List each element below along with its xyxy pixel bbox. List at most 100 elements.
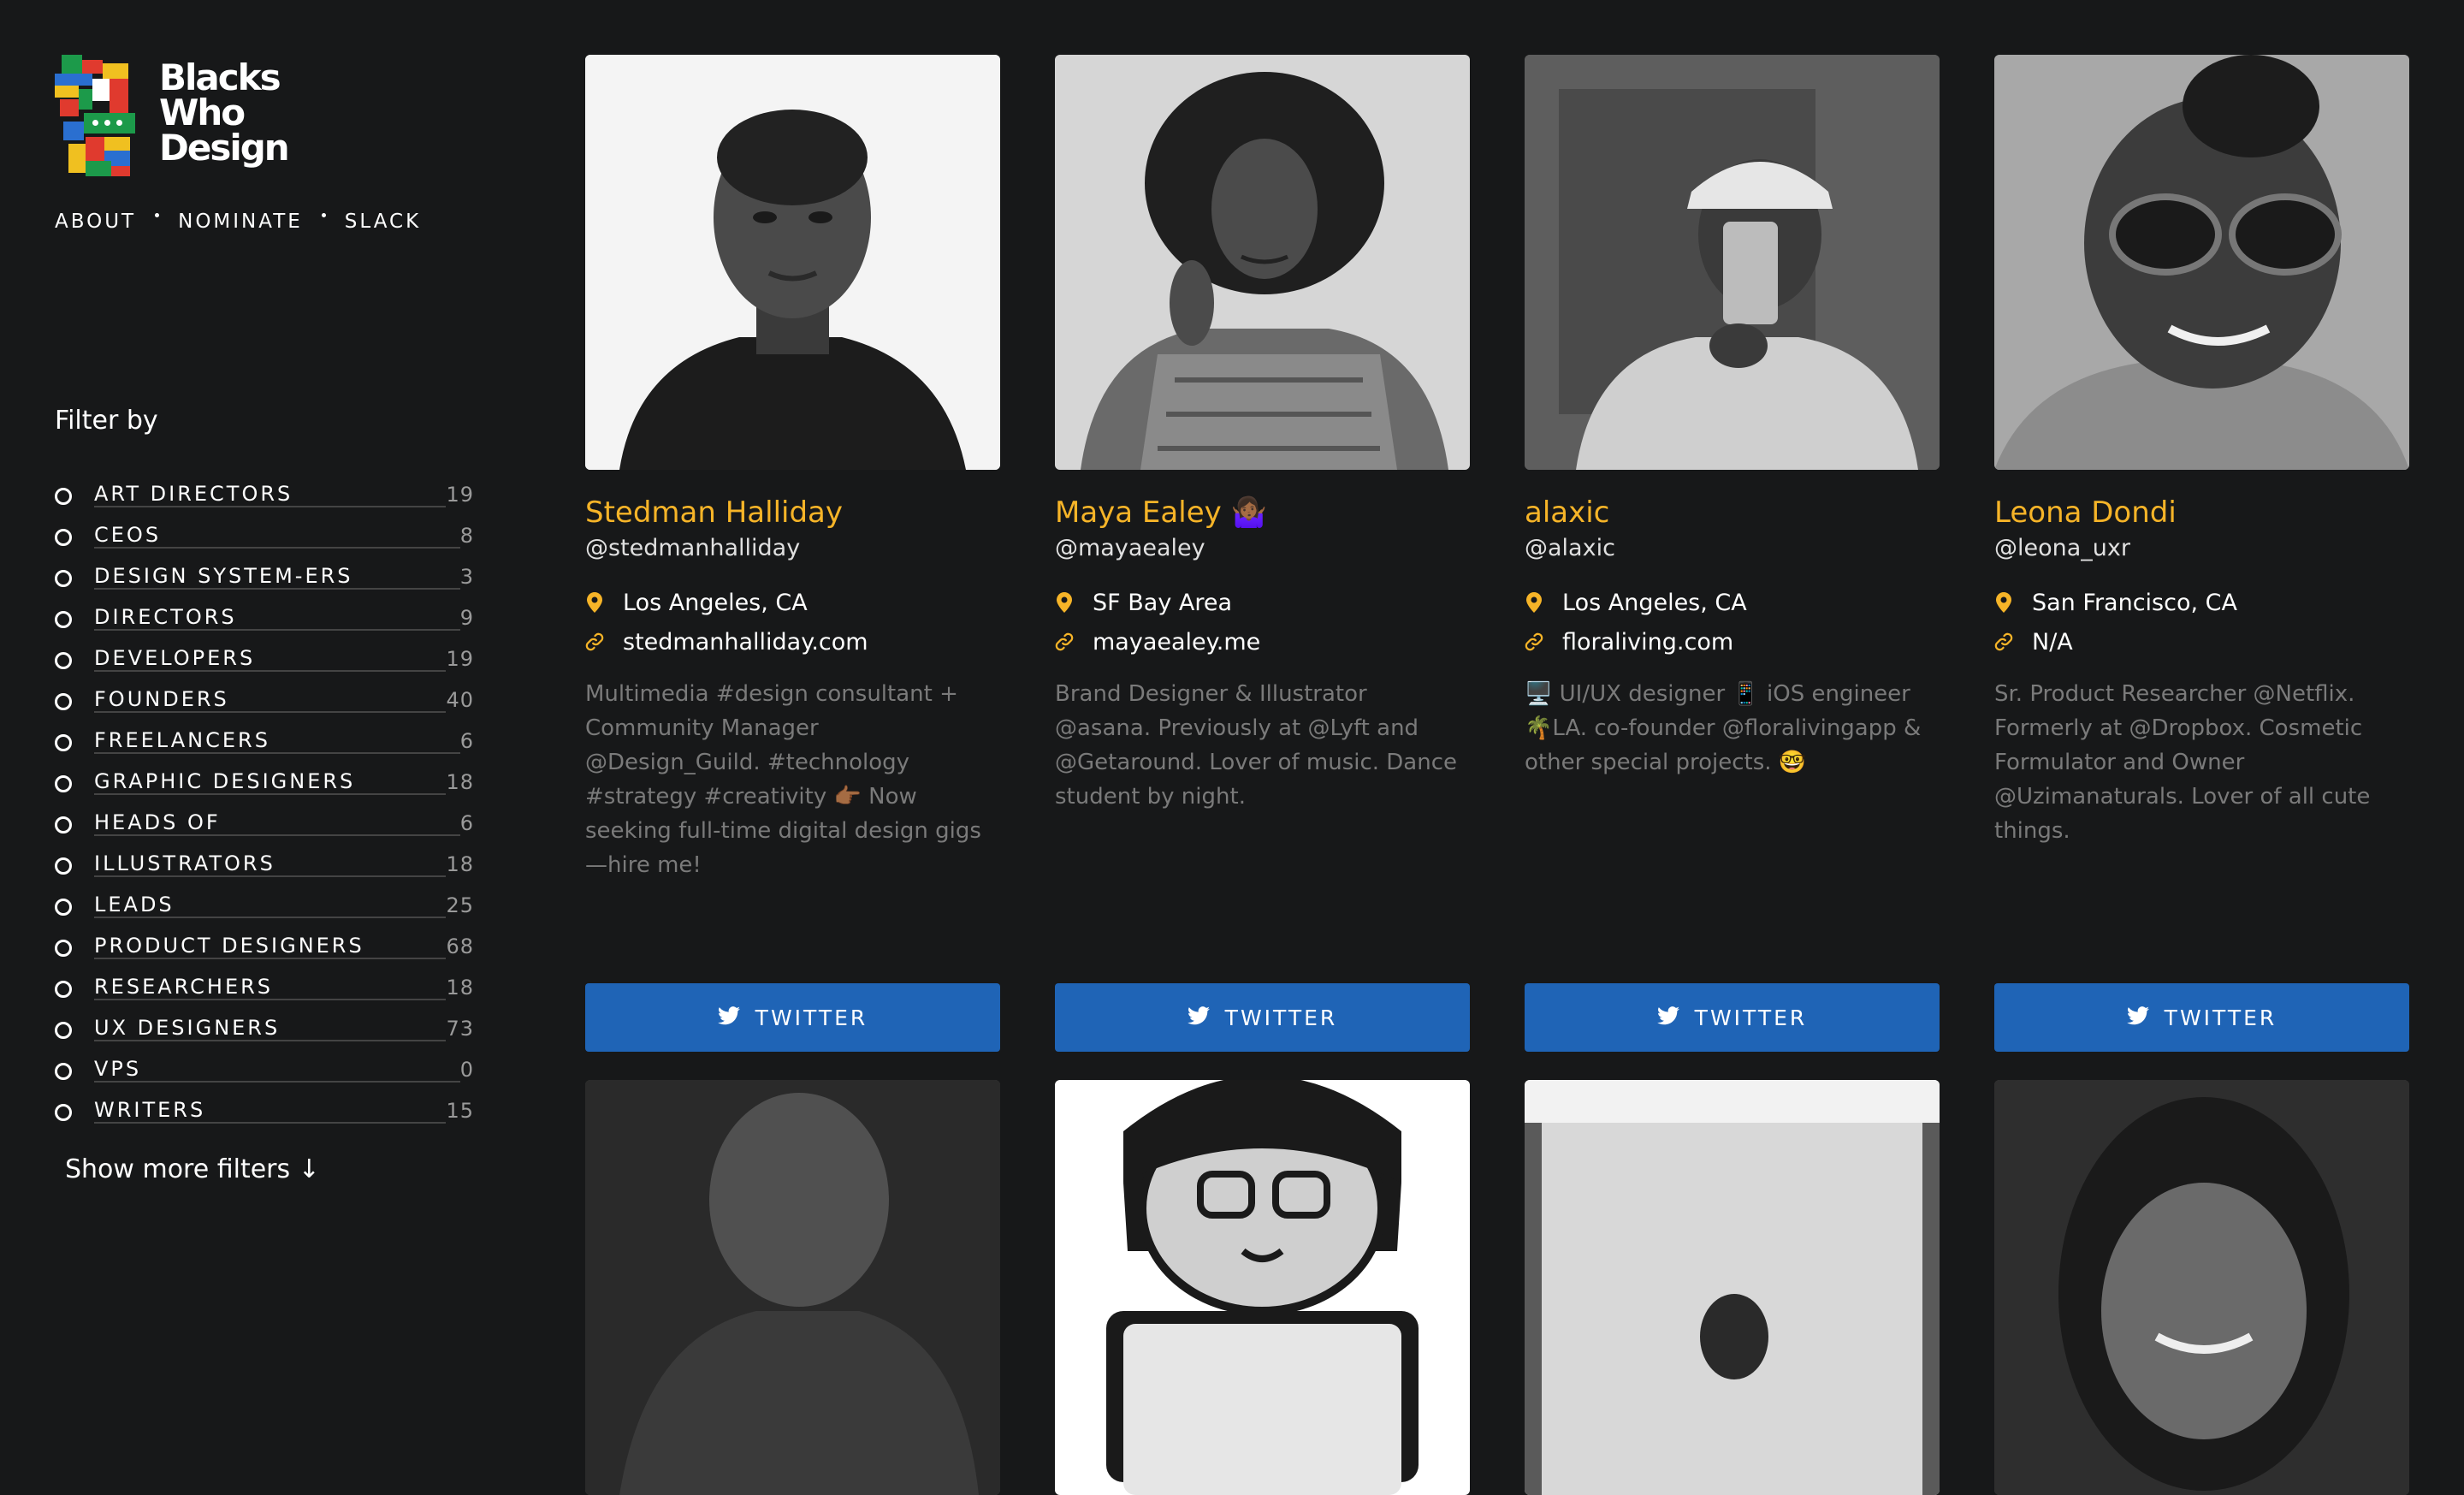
- filter-count: 0: [459, 1058, 474, 1082]
- logo-line: Who: [159, 92, 246, 133]
- filter-count: 15: [446, 1099, 474, 1123]
- filter-count: 3: [459, 565, 474, 589]
- radio-icon[interactable]: [55, 1022, 72, 1039]
- radio-icon[interactable]: [55, 940, 72, 957]
- filter-count: 18: [446, 770, 474, 794]
- location-row: San Francisco, CA: [1994, 583, 2409, 622]
- filter-label: UX DESIGNERS: [94, 1017, 447, 1041]
- filter-label: FOUNDERS: [94, 688, 447, 713]
- radio-icon[interactable]: [55, 488, 72, 505]
- radio-icon[interactable]: [55, 611, 72, 628]
- twitter-button[interactable]: TWITTER: [1994, 983, 2409, 1052]
- profile-photo[interactable]: [1055, 1080, 1470, 1495]
- radio-icon[interactable]: [55, 1104, 72, 1121]
- location-pin-icon: [1525, 591, 1543, 614]
- location-pin-icon: [1055, 591, 1074, 614]
- filter-item-heads-of[interactable]: HEADS OF 6: [55, 803, 474, 844]
- profile-photo[interactable]: [1994, 1080, 2409, 1495]
- filter-item-graphic-designers[interactable]: GRAPHIC DESIGNERS 18: [55, 762, 474, 803]
- designer-bio: 🖥️ UI/UX designer 📱 iOS engineer 🌴LA. co…: [1525, 681, 1922, 775]
- radio-icon[interactable]: [55, 899, 72, 916]
- filter-label: VPS: [94, 1058, 460, 1083]
- filter-count: 68: [446, 934, 474, 958]
- filter-item-founders[interactable]: FOUNDERS 40: [55, 679, 474, 721]
- site-logo[interactable]: Blacks Who Design: [55, 55, 483, 181]
- filter-item-freelancers[interactable]: FREELANCERS 6: [55, 721, 474, 762]
- filter-item-leads[interactable]: LEADS 25: [55, 885, 474, 926]
- logo-line: Design: [159, 127, 290, 169]
- twitter-button[interactable]: TWITTER: [1525, 983, 1940, 1052]
- designer-handle: @mayaealey: [1055, 535, 1205, 561]
- designer-name[interactable]: alaxic: [1525, 494, 1940, 531]
- filter-item-design-system-ers[interactable]: DESIGN SYSTEM-ERS 3: [55, 556, 474, 597]
- radio-icon[interactable]: [55, 529, 72, 546]
- radio-icon[interactable]: [55, 775, 72, 792]
- filter-item-developers[interactable]: DEVELOPERS 19: [55, 638, 474, 679]
- designer-card: [1055, 1080, 1470, 1495]
- website-link[interactable]: N/A: [2032, 629, 2073, 656]
- radio-icon[interactable]: [55, 1063, 72, 1080]
- location-row: SF Bay Area: [1055, 583, 1470, 622]
- designer-handle: @leona_uxr: [1994, 535, 2130, 561]
- logo-wordmark: Blacks Who Design: [159, 56, 290, 169]
- filter-item-ux-designers[interactable]: UX DESIGNERS 73: [55, 1008, 474, 1049]
- radio-icon[interactable]: [55, 816, 72, 834]
- link-icon: [1525, 631, 1543, 653]
- filter-item-vps[interactable]: VPS 0: [55, 1049, 474, 1090]
- twitter-bird-icon: [717, 1006, 740, 1030]
- filter-label: ILLUSTRATORS: [94, 852, 447, 877]
- website-link[interactable]: mayaealey.me: [1093, 629, 1260, 656]
- filter-count: 18: [446, 852, 474, 876]
- filter-item-directors[interactable]: DIRECTORS 9: [55, 597, 474, 638]
- website-row[interactable]: stedmanhalliday.com: [585, 622, 1000, 661]
- profile-photo[interactable]: [1055, 55, 1470, 470]
- profile-photo[interactable]: [1525, 55, 1940, 470]
- filter-count: 6: [459, 729, 474, 753]
- radio-icon[interactable]: [55, 652, 72, 669]
- twitter-button[interactable]: TWITTER: [1055, 983, 1470, 1052]
- profile-photo[interactable]: [585, 1080, 1000, 1495]
- designer-name[interactable]: Maya Ealey 🤷🏾‍♀️: [1055, 494, 1470, 531]
- designer-card: Maya Ealey 🤷🏾‍♀️ @mayaealey SF Bay Area …: [1055, 55, 1470, 1052]
- website-row[interactable]: floraliving.com: [1525, 622, 1940, 661]
- filter-item-ceos[interactable]: CEOS 8: [55, 515, 474, 556]
- designer-card: Leona Dondi @leona_uxr San Francisco, CA…: [1994, 55, 2409, 1052]
- filter-item-art-directors[interactable]: ART DIRECTORS 19: [55, 474, 474, 515]
- nav-separator: [155, 212, 160, 217]
- filter-label: ART DIRECTORS: [94, 483, 447, 507]
- location-row: Los Angeles, CA: [585, 583, 1000, 622]
- website-row[interactable]: N/A: [1994, 622, 2409, 661]
- website-row[interactable]: mayaealey.me: [1055, 622, 1470, 661]
- radio-icon[interactable]: [55, 857, 72, 875]
- profile-photo[interactable]: [1994, 55, 2409, 470]
- radio-icon[interactable]: [55, 981, 72, 998]
- filter-heading: Filter by: [55, 406, 158, 436]
- link-icon: [1055, 631, 1074, 653]
- twitter-button[interactable]: TWITTER: [585, 983, 1000, 1052]
- show-more-filters-button[interactable]: Show more filters ↓: [65, 1154, 320, 1184]
- filter-item-illustrators[interactable]: ILLUSTRATORS 18: [55, 844, 474, 885]
- twitter-button-label: TWITTER: [1224, 1005, 1338, 1030]
- filter-item-writers[interactable]: WRITERS 15: [55, 1090, 474, 1131]
- nav-nominate-link[interactable]: NOMINATE: [178, 211, 303, 233]
- filter-label: DEVELOPERS: [94, 647, 447, 672]
- nav-slack-link[interactable]: SLACK: [345, 211, 421, 233]
- logo-mark-icon: [55, 55, 147, 181]
- website-link[interactable]: floraliving.com: [1562, 629, 1733, 656]
- profile-photo[interactable]: [585, 55, 1000, 470]
- filter-item-researchers[interactable]: RESEARCHERS 18: [55, 967, 474, 1008]
- designer-card: [585, 1080, 1000, 1495]
- profile-photo[interactable]: [1525, 1080, 1940, 1495]
- filter-item-product-designers[interactable]: PRODUCT DESIGNERS 68: [55, 926, 474, 967]
- filter-list: ART DIRECTORS 19 CEOS 8 DESIGN SYSTEM-ERS 3…: [55, 474, 474, 1131]
- designer-name[interactable]: Leona Dondi: [1994, 494, 2409, 531]
- twitter-bird-icon: [1656, 1006, 1679, 1030]
- nav-about-link[interactable]: ABOUT: [55, 211, 136, 233]
- website-link[interactable]: stedmanhalliday.com: [623, 629, 868, 656]
- location-pin-icon: [1994, 591, 2013, 614]
- radio-icon[interactable]: [55, 693, 72, 710]
- logo-line: Blacks: [159, 56, 281, 98]
- radio-icon[interactable]: [55, 734, 72, 751]
- designer-name[interactable]: Stedman Halliday: [585, 494, 1000, 531]
- radio-icon[interactable]: [55, 570, 72, 587]
